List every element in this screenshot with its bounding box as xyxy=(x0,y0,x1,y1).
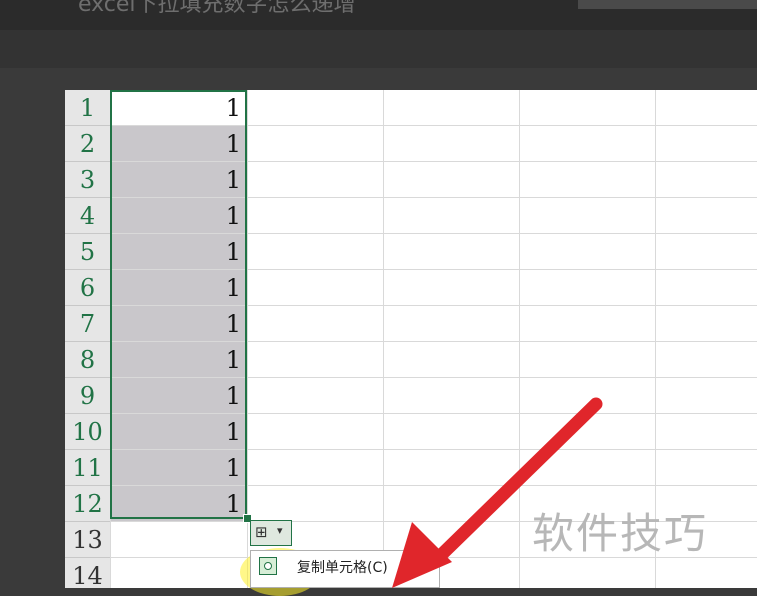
red-arrow-annotation xyxy=(392,397,603,588)
arrow-shaft xyxy=(429,397,603,567)
arrow-head xyxy=(392,522,452,588)
